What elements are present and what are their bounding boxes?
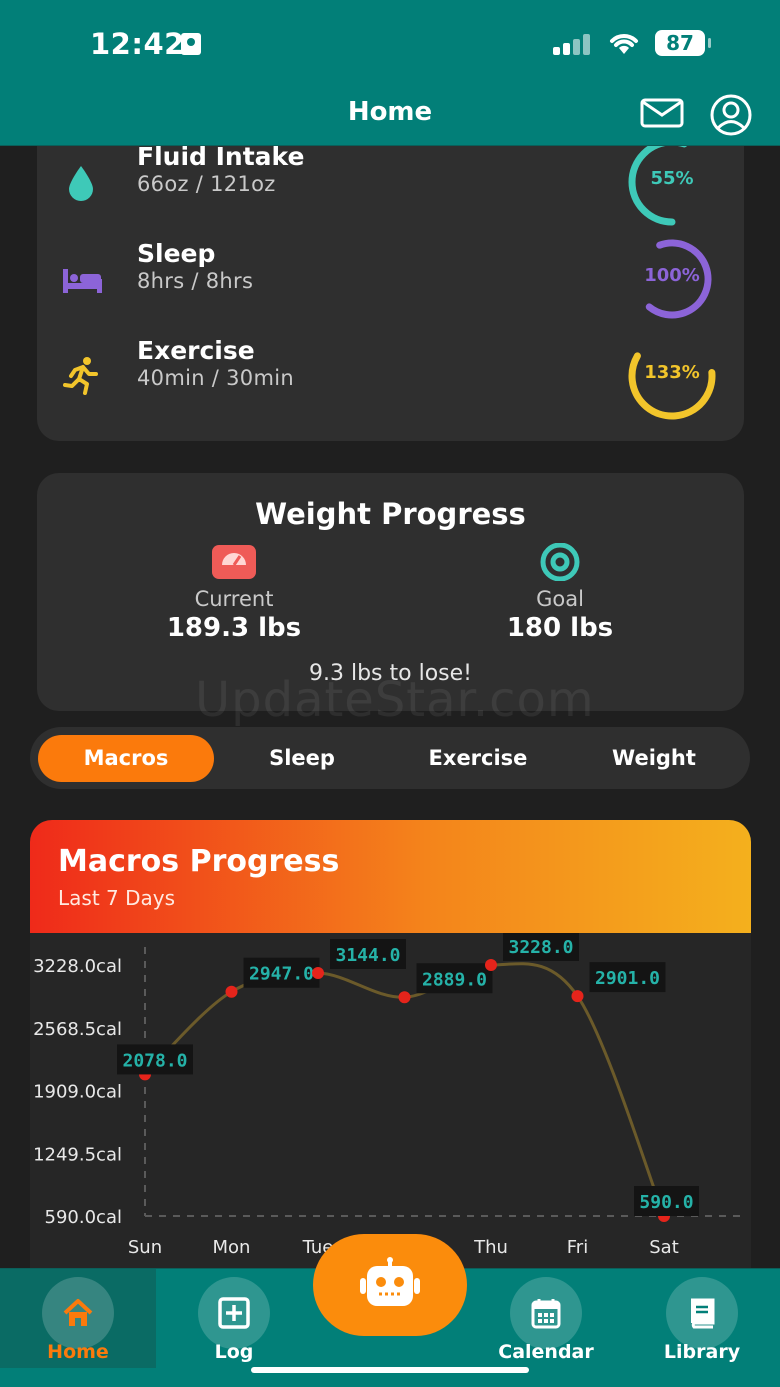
nav-label: Library <box>663 1341 741 1363</box>
scale-icon <box>212 545 256 579</box>
id-badge-icon <box>181 33 201 55</box>
stat-value: 8hrs / 8hrs <box>137 269 254 293</box>
goal-label: Goal <box>536 587 584 611</box>
status-time: 12:42 <box>90 27 185 61</box>
data-point <box>398 991 411 1004</box>
calendar-icon <box>531 1299 561 1329</box>
x-tick-label: Fri <box>567 1237 588 1258</box>
data-label: 590.0 <box>639 1192 693 1213</box>
stat-title: Exercise <box>137 336 255 365</box>
nav-calendar[interactable]: Calendar <box>468 1269 624 1368</box>
home-indicator <box>251 1367 529 1373</box>
y-tick-label: 3228.0cal <box>33 956 122 977</box>
current-label: Current <box>194 587 274 611</box>
data-label: 2889.0 <box>422 969 487 990</box>
water-drop-icon <box>69 166 93 201</box>
x-tick-label: Sat <box>649 1237 679 1258</box>
app-header: 12:42 87 Home <box>0 0 780 146</box>
data-label: 2947.0 <box>249 964 314 985</box>
library-icon <box>691 1298 715 1329</box>
data-point <box>485 959 497 971</box>
macros-subtitle: Last 7 Days <box>58 886 176 910</box>
data-point <box>571 990 584 1003</box>
watermark: UpdateStar.com <box>195 672 595 728</box>
macros-line-chart: 3228.0cal 2568.5cal 1909.0cal 1249.5cal 590.… <box>33 933 747 1258</box>
ai-assistant-button[interactable] <box>313 1234 467 1336</box>
battery-indicator: 87 <box>655 30 711 56</box>
tab-weight[interactable]: Weight <box>566 735 742 782</box>
y-tick-label: 2568.5cal <box>33 1019 122 1040</box>
y-tick-label: 590.0cal <box>45 1207 122 1228</box>
stat-value: 40min / 30min <box>137 366 294 390</box>
weight-progress-title: Weight Progress <box>255 497 526 531</box>
y-tick-label: 1909.0cal <box>33 1082 122 1103</box>
mail-icon[interactable] <box>640 98 684 128</box>
goal-weight: Goal 180 lbs <box>430 543 690 643</box>
wifi-icon <box>610 34 638 54</box>
nav-label: Calendar <box>498 1341 594 1363</box>
nav-log[interactable]: Log <box>156 1269 312 1368</box>
ring-percent: 133% <box>644 362 700 383</box>
tab-exercise[interactable]: Exercise <box>390 735 566 782</box>
macros-chart[interactable]: 3228.0cal 2568.5cal 1909.0cal 1249.5cal 590.… <box>30 933 751 1268</box>
cellular-signal-icon <box>553 33 593 55</box>
daily-stats-card: Fluid Intake 66oz / 121oz 55% Sleep 8hrs… <box>37 100 744 441</box>
goal-value: 180 lbs <box>506 613 614 643</box>
tab-macros[interactable]: Macros <box>38 735 214 782</box>
current-value: 189.3 lbs <box>166 613 302 643</box>
x-tick-label: Thu <box>473 1237 508 1258</box>
data-point <box>225 985 238 998</box>
stat-title: Fluid Intake <box>137 142 305 171</box>
bed-icon <box>63 269 102 293</box>
x-tick-label: Mon <box>213 1237 251 1258</box>
macros-title: Macros Progress <box>58 844 340 879</box>
profile-icon[interactable] <box>709 93 753 137</box>
current-weight: Current 189.3 lbs <box>104 543 364 643</box>
stat-title: Sleep <box>137 239 216 268</box>
robot-assistant-icon <box>360 1257 420 1306</box>
x-tick-label: Sun <box>128 1237 162 1258</box>
chart-tab-bar: Macros Sleep Exercise Weight <box>30 727 750 789</box>
macros-header: Macros Progress Last 7 Days <box>30 820 751 933</box>
running-icon <box>63 357 98 395</box>
nav-label: Log <box>214 1341 254 1363</box>
y-tick-label: 1249.5cal <box>33 1144 122 1165</box>
tab-sleep[interactable]: Sleep <box>214 735 390 782</box>
stat-value: 66oz / 121oz <box>137 172 276 196</box>
nav-home[interactable]: Home <box>0 1269 156 1368</box>
exercise-row[interactable]: Exercise 40min / 30min 133% <box>37 332 744 426</box>
ring-percent: 100% <box>644 265 700 286</box>
data-label: 2078.0 <box>122 1050 187 1071</box>
sleep-row[interactable]: Sleep 8hrs / 8hrs 100% <box>37 239 744 329</box>
nav-label: Home <box>47 1341 109 1363</box>
fluid-intake-row[interactable]: Fluid Intake 66oz / 121oz 55% <box>37 138 744 232</box>
nav-library[interactable]: Library <box>624 1269 780 1368</box>
data-label: 2901.0 <box>595 968 660 989</box>
data-label: 3144.0 <box>335 945 400 966</box>
data-point <box>312 966 324 979</box>
home-icon <box>63 1299 93 1326</box>
target-icon <box>540 543 580 581</box>
ring-percent: 55% <box>650 168 694 189</box>
data-label: 3228.0 <box>508 937 573 958</box>
add-log-icon <box>218 1297 250 1329</box>
